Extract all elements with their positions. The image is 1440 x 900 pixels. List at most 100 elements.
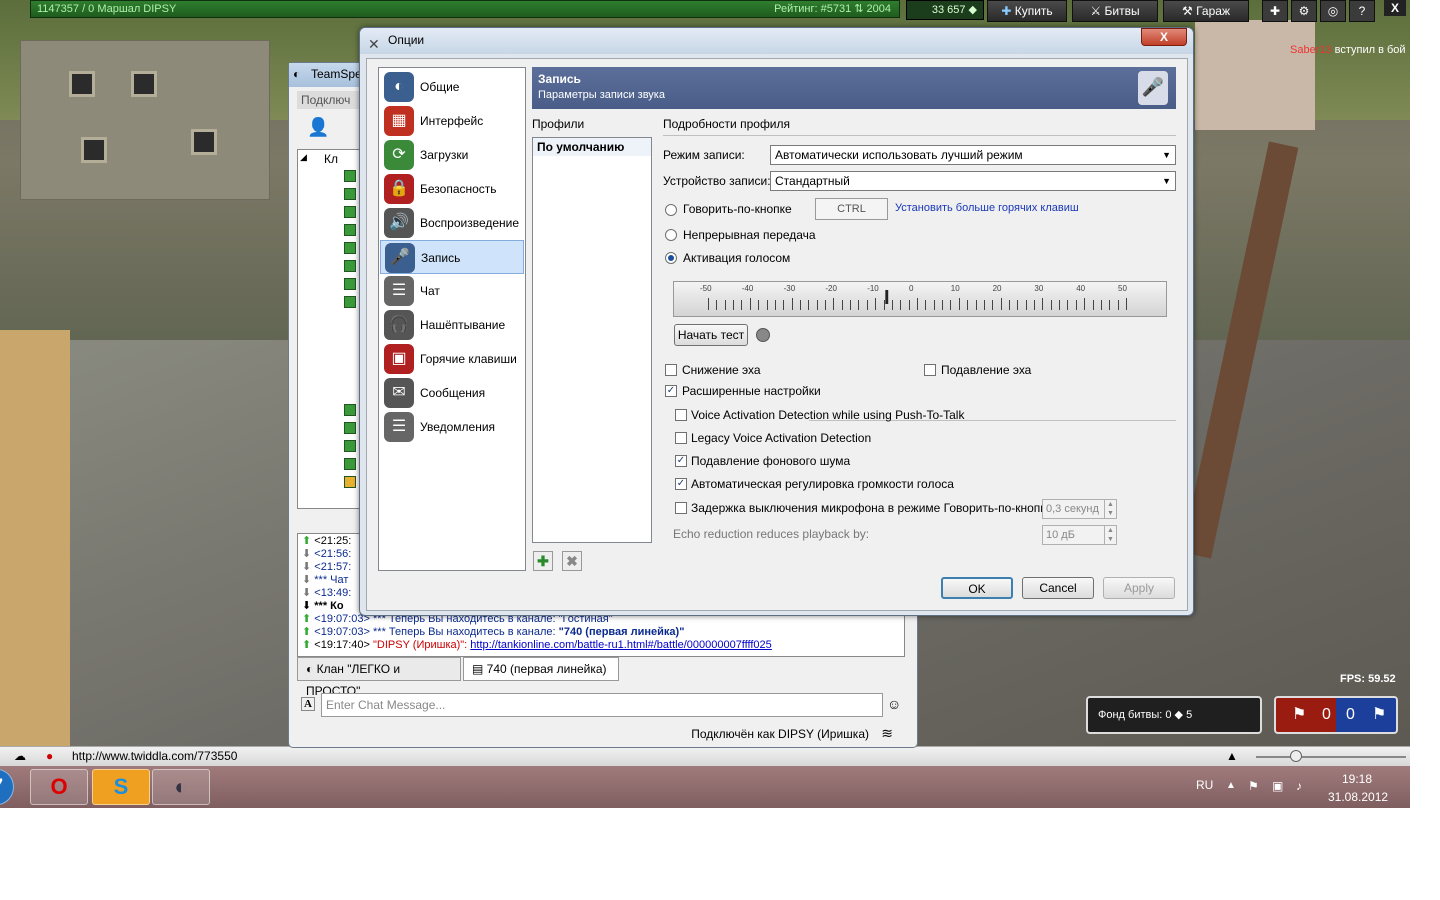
client-icon[interactable] — [344, 224, 356, 236]
echo-cancel-checkbox[interactable] — [924, 364, 936, 376]
log-link[interactable]: http://tankionline.com/battle-ru1.html#/… — [470, 639, 772, 651]
spin-arrows-icon[interactable]: ▲ ▼ — [1104, 500, 1116, 518]
echo-reduction-checkbox[interactable] — [665, 364, 677, 376]
connections-menu[interactable]: Подключ — [297, 91, 367, 109]
language-indicator[interactable]: RU — [1196, 778, 1213, 792]
noise-suppression-checkbox[interactable]: ✓ — [675, 455, 687, 467]
sidebar-item-6[interactable]: ☰ Чат — [380, 274, 524, 308]
client-icon[interactable] — [344, 404, 356, 416]
mode-select[interactable]: Автоматически использовать лучший режим ▼ — [770, 145, 1176, 165]
echo-cancel-label: Подавление эха — [941, 363, 1032, 377]
clock-time[interactable]: 19:18 — [1342, 772, 1372, 786]
ptt-radio[interactable] — [665, 204, 677, 216]
teamspeak-taskbar-icon[interactable]: ◐ — [152, 769, 210, 805]
sidebar-item-2[interactable]: ⟳ Загрузки — [380, 138, 524, 172]
client-icon[interactable] — [344, 278, 356, 290]
sidebar-item-10[interactable]: ☰ Уведомления — [380, 410, 524, 444]
client-icon[interactable] — [344, 206, 356, 218]
advanced-checkbox[interactable]: ✓ — [665, 385, 677, 397]
chat-input[interactable]: Enter Chat Message... — [321, 693, 883, 717]
client-icon[interactable] — [344, 440, 356, 452]
sidebar-item-4[interactable]: 🔊 Воспроизведение — [380, 206, 524, 240]
sidebar-item-0[interactable]: ◐ Общие — [380, 70, 524, 104]
legacy-vad-checkbox[interactable] — [675, 432, 687, 444]
opera-taskbar-icon[interactable]: O — [30, 769, 88, 805]
hotkeys-icon: ▣ — [384, 344, 414, 374]
client-icon[interactable] — [344, 188, 356, 200]
font-icon[interactable]: A — [301, 697, 315, 711]
tree-root-label[interactable]: Кл — [324, 152, 338, 166]
tray-arrow-icon[interactable]: ▲ — [1226, 780, 1236, 791]
emoticon-icon[interactable]: ☺ — [887, 696, 901, 712]
mic-delay-spinner[interactable]: 0,3 секунд ▲ ▼ — [1042, 499, 1117, 519]
client-icon[interactable] — [344, 476, 356, 488]
continuous-radio[interactable] — [665, 229, 677, 241]
flag-tray-icon[interactable]: ⚑ — [1248, 779, 1259, 793]
client-icon[interactable] — [344, 296, 356, 308]
help-icon[interactable]: ? — [1349, 0, 1375, 22]
buy-button[interactable]: ✚ Купить — [987, 0, 1067, 22]
client-icon[interactable] — [344, 242, 356, 254]
settings-icon[interactable]: ⚙ — [1291, 0, 1317, 22]
vad-ptt-checkbox[interactable] — [675, 409, 687, 421]
sidebar-item-7[interactable]: 🎧 Нашёптывание — [380, 308, 524, 342]
ptt-hotkey[interactable]: CTRL — [815, 198, 888, 220]
mic-delay-checkbox[interactable] — [675, 502, 687, 514]
close-button[interactable]: X — [1141, 28, 1187, 46]
tree-expand-icon[interactable]: ◢ — [300, 152, 307, 163]
skype-taskbar-icon[interactable]: S — [92, 769, 150, 805]
game-close-button[interactable]: X — [1384, 0, 1406, 16]
log-line: ⬆ <19:07:03> *** Теперь Вы находитесь в … — [302, 626, 900, 639]
agc-checkbox[interactable]: ✓ — [675, 478, 687, 490]
slider-tick — [950, 300, 952, 310]
add-profile-button[interactable]: ✚ — [533, 551, 553, 571]
volume-tray-icon[interactable]: ♪ — [1296, 779, 1302, 793]
status-url[interactable]: http://www.twiddla.com/773550 — [72, 747, 237, 766]
sidebar-item-1[interactable]: ▦ Интерфейс — [380, 104, 524, 138]
friends-icon[interactable]: ✚ — [1262, 0, 1288, 22]
client-icon[interactable] — [344, 170, 356, 182]
kill-feed-player: Saber13 — [1290, 44, 1332, 56]
sound-icon[interactable]: ◎ — [1320, 0, 1346, 22]
user-icon[interactable]: 👤 — [307, 117, 329, 138]
red-flag-icon: ⚑ — [1292, 706, 1307, 723]
crystals-counter: 33 657 ◆ — [906, 0, 984, 20]
tab-clan[interactable]: ◐ Клан "ЛЕГКО и ПРОСТО" — [297, 657, 461, 698]
network-tray-icon[interactable]: ▣ — [1272, 779, 1283, 793]
device-select[interactable]: Стандартный ▼ — [770, 171, 1176, 191]
dropdown-arrow-icon: ▼ — [1162, 150, 1171, 160]
client-icon[interactable] — [344, 260, 356, 272]
sidebar-item-9[interactable]: ✉ Сообщения — [380, 376, 524, 410]
start-button[interactable]: 7 — [0, 769, 14, 805]
ok-button[interactable]: OK — [941, 577, 1013, 599]
zoom-arrow-icon[interactable]: ▲ — [1226, 747, 1238, 766]
remove-profile-button[interactable]: ✖ — [562, 551, 582, 571]
slider-thumb[interactable]: I — [884, 286, 896, 314]
clock-date[interactable]: 31.08.2012 — [1328, 790, 1388, 804]
client-icon[interactable] — [344, 422, 356, 434]
sidebar-item-8[interactable]: ▣ Горячие клавиши — [380, 342, 524, 376]
vad-radio[interactable] — [665, 252, 677, 264]
profile-default[interactable]: По умолчанию — [533, 138, 651, 156]
echo-playback-spinner[interactable]: 10 дБ ▲ ▼ — [1042, 525, 1117, 545]
sidebar-item-label: Воспроизведение — [420, 216, 520, 230]
apply-button[interactable]: Apply — [1103, 577, 1175, 599]
zoom-slider[interactable] — [1256, 756, 1406, 758]
start-test-button[interactable]: Начать тест — [674, 324, 748, 346]
cancel-button[interactable]: Cancel — [1022, 577, 1094, 599]
spin-arrows-icon[interactable]: ▲ ▼ — [1104, 526, 1116, 544]
battles-label: Битвы — [1104, 4, 1140, 18]
sidebar-item-label: Нашёптывание — [420, 318, 506, 332]
teamspeak-logo-icon: ◐ — [293, 67, 301, 81]
client-icon[interactable] — [344, 458, 356, 470]
sidebar-item-3[interactable]: 🔒 Безопасность — [380, 172, 524, 206]
garage-button[interactable]: ⚒ Гараж — [1163, 0, 1249, 22]
battles-button[interactable]: ⚔ Битвы — [1072, 0, 1158, 22]
slider-tick — [1017, 300, 1019, 310]
hotkeys-link[interactable]: Установить больше горячих клавиш — [895, 202, 1079, 214]
vad-slider[interactable]: I -50 -40 -30 -20 -10 0 10 20 30 40 50 — [673, 281, 1167, 317]
sidebar-item-label: Безопасность — [420, 182, 497, 196]
tab-channel[interactable]: ▤ 740 (первая линейка) — [463, 657, 619, 681]
zoom-slider-thumb[interactable] — [1290, 750, 1302, 762]
sidebar-item-5[interactable]: 🎤 Запись — [380, 240, 524, 274]
